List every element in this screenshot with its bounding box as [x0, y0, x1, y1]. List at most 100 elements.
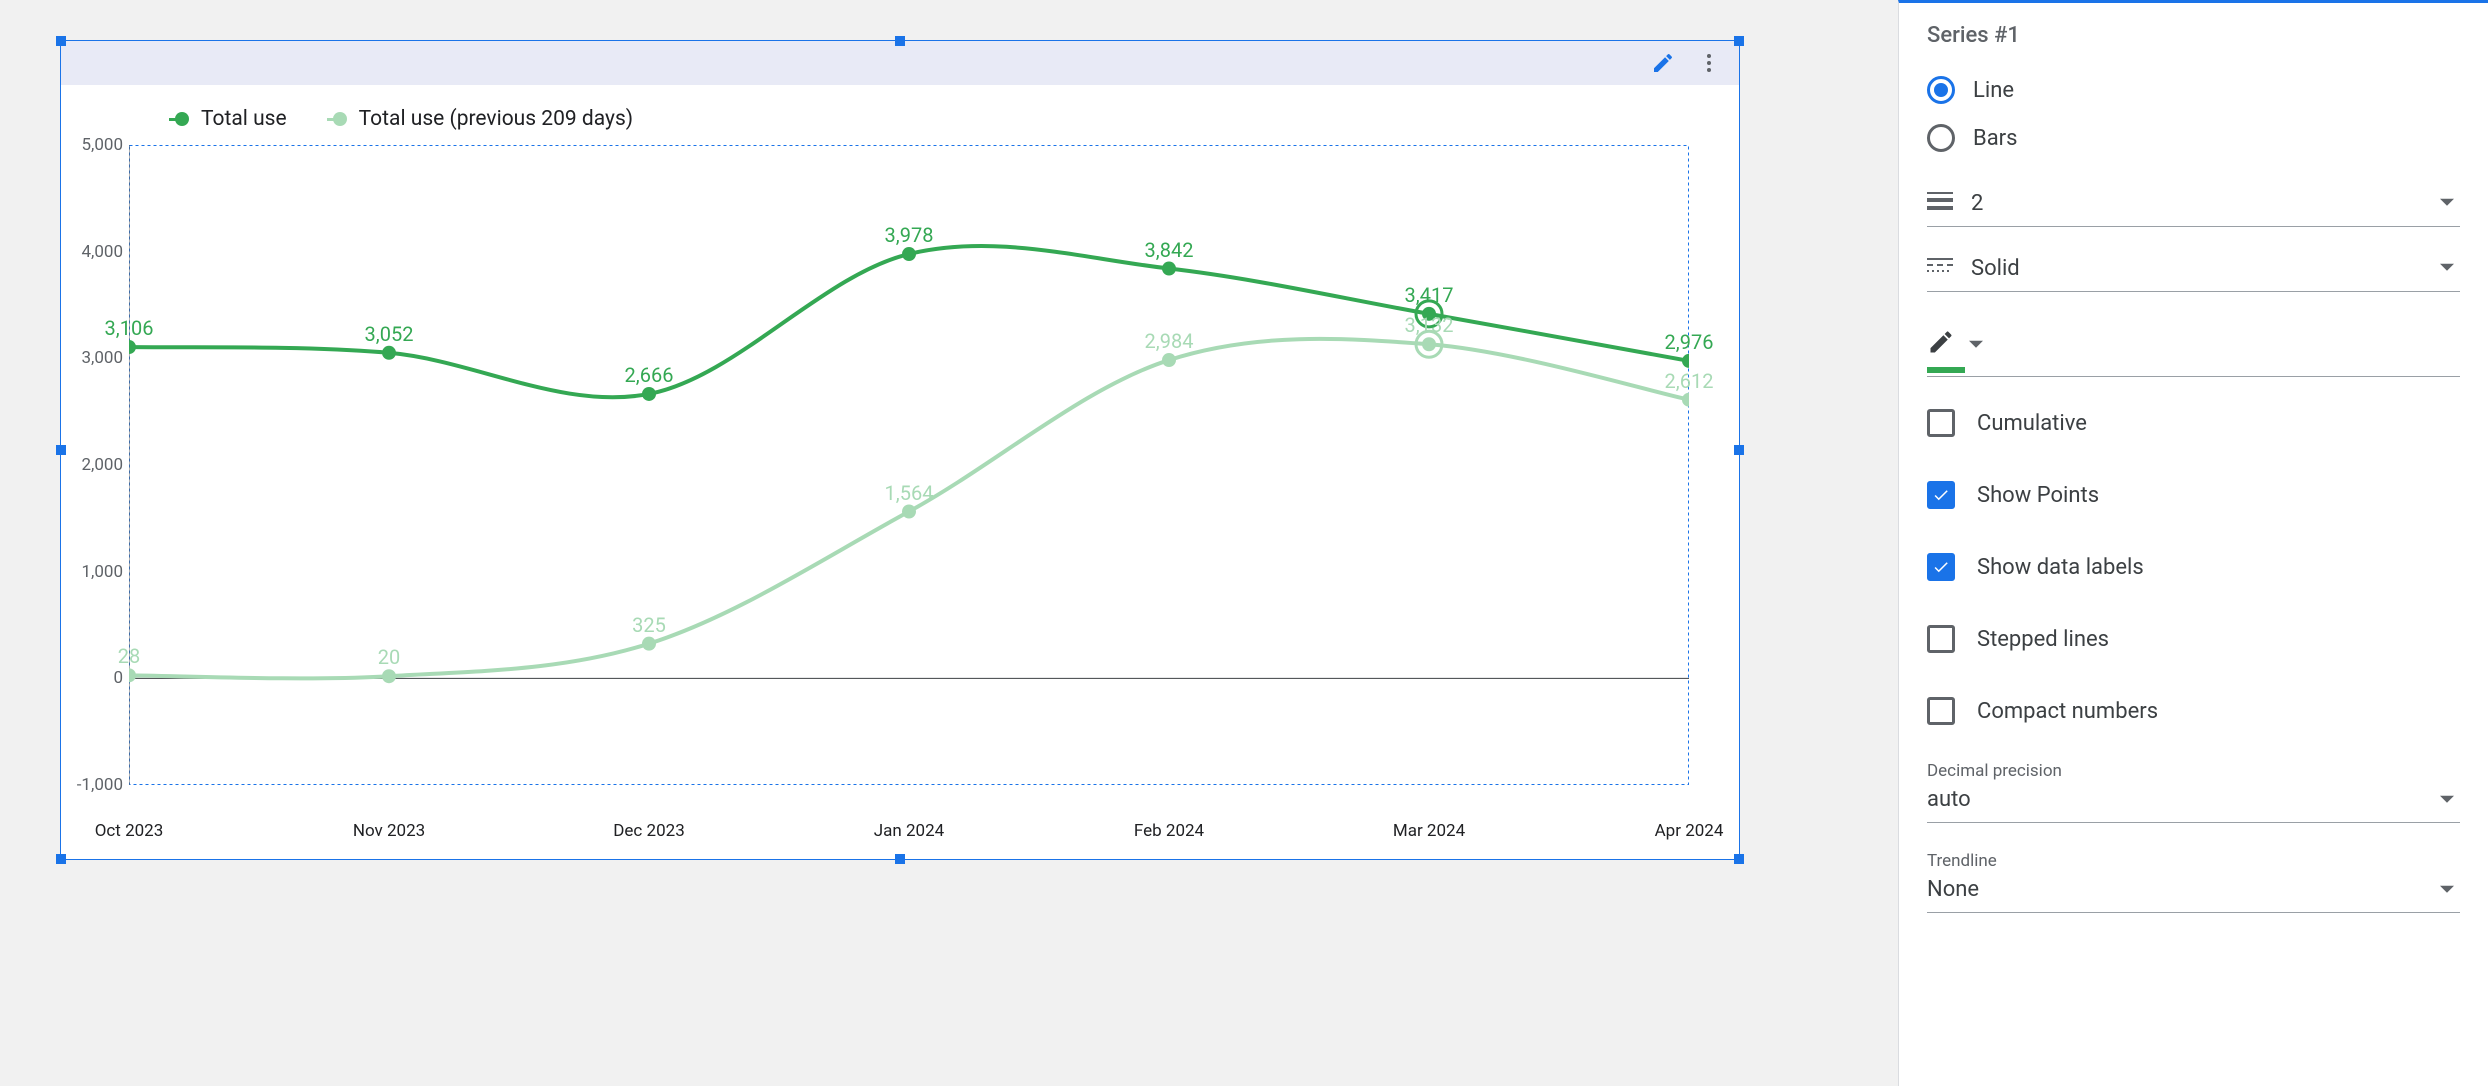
series-point[interactable]	[1162, 262, 1176, 276]
chart-type-line-radio[interactable]: Line	[1927, 66, 2460, 114]
series-point[interactable]	[642, 637, 656, 651]
selection-handle[interactable]	[1734, 854, 1744, 864]
plot-area: -1,00001,0002,0003,0004,0005,000 Oct 202…	[129, 145, 1689, 785]
series-point[interactable]	[1422, 337, 1436, 351]
checkbox-label: Stepped lines	[1977, 627, 2109, 652]
color-swatch-underline	[1927, 367, 1965, 373]
checkbox-icon	[1927, 697, 1955, 725]
data-label: 3,106	[105, 316, 154, 340]
selection-handle[interactable]	[895, 36, 905, 46]
series-point[interactable]	[129, 668, 136, 682]
series-point[interactable]	[1682, 393, 1689, 407]
caret-down-icon	[2440, 196, 2454, 210]
series-line	[129, 246, 1689, 397]
line-style-value: Solid	[1971, 256, 2422, 281]
selection-handle[interactable]	[895, 854, 905, 864]
more-vert-icon[interactable]	[1697, 51, 1721, 75]
checkbox-icon	[1927, 625, 1955, 653]
series-point[interactable]	[902, 247, 916, 261]
y-tick-label: 5,000	[81, 135, 123, 155]
data-label: 3,132	[1405, 313, 1454, 337]
compact-numbers-checkbox[interactable]: Compact numbers	[1927, 675, 2460, 747]
decimal-precision-value: auto	[1927, 787, 2440, 812]
y-tick-label: 0	[113, 668, 123, 688]
decimal-precision-label: Decimal precision	[1927, 761, 2460, 781]
stepped-lines-checkbox[interactable]: Stepped lines	[1927, 603, 2460, 675]
series-point[interactable]	[382, 346, 396, 360]
data-label: 2,984	[1145, 329, 1194, 353]
y-axis-labels: -1,00001,0002,0003,0004,0005,000	[67, 145, 123, 785]
show-data-labels-checkbox[interactable]: Show data labels	[1927, 531, 2460, 603]
line-weight-dropdown[interactable]: 2	[1927, 180, 2460, 227]
show-points-checkbox[interactable]: Show Points	[1927, 459, 2460, 531]
x-tick-label: Mar 2024	[1393, 821, 1465, 841]
legend-item[interactable]: Total use	[169, 107, 287, 131]
checkbox-label: Compact numbers	[1977, 699, 2158, 724]
y-tick-label: -1,000	[77, 775, 123, 795]
caret-down-icon	[2440, 883, 2454, 897]
trendline-dropdown[interactable]: None	[1927, 871, 2460, 913]
data-label: 3,417	[1405, 283, 1454, 307]
x-tick-label: Dec 2023	[613, 821, 685, 841]
line-style-icon	[1927, 255, 1953, 281]
checkbox-label: Show Points	[1977, 483, 2099, 508]
x-tick-label: Feb 2024	[1134, 821, 1204, 841]
data-label: 3,978	[885, 223, 934, 247]
line-weight-icon	[1927, 190, 1953, 216]
line-style-dropdown[interactable]: Solid	[1927, 245, 2460, 292]
x-tick-label: Nov 2023	[353, 821, 425, 841]
legend-item[interactable]: Total use (previous 209 days)	[327, 107, 633, 131]
selection-handle[interactable]	[1734, 36, 1744, 46]
style-sidebar: Series #1 Line Bars 2 Solid Cumulative	[1898, 0, 2488, 1086]
y-tick-label: 2,000	[81, 455, 123, 475]
trendline-label: Trendline	[1927, 851, 2460, 871]
series-point[interactable]	[129, 340, 136, 354]
series-point[interactable]	[1682, 354, 1689, 368]
series-point[interactable]	[902, 505, 916, 519]
series-title: Series #1	[1927, 23, 2460, 48]
data-label: 3,842	[1145, 237, 1194, 261]
data-label: 3,052	[365, 322, 414, 346]
cumulative-checkbox[interactable]: Cumulative	[1927, 387, 2460, 459]
data-label: 325	[632, 612, 666, 636]
legend-swatch	[333, 112, 347, 126]
series-color-picker[interactable]	[1927, 314, 2460, 377]
data-label: 28	[118, 644, 140, 668]
data-label: 2,666	[625, 363, 674, 387]
series-point[interactable]	[1162, 353, 1176, 367]
chart-legend: Total use Total use (previous 209 days)	[129, 103, 1711, 145]
chart-body: Total use Total use (previous 209 days) …	[61, 85, 1739, 825]
pencil-icon	[1927, 328, 1955, 362]
legend-label: Total use	[201, 107, 287, 131]
y-tick-label: 4,000	[81, 242, 123, 262]
series-point[interactable]	[642, 387, 656, 401]
legend-swatch	[175, 112, 189, 126]
series-point[interactable]	[382, 669, 396, 683]
data-label: 2,976	[1665, 330, 1714, 354]
legend-label: Total use (previous 209 days)	[359, 107, 633, 131]
y-tick-label: 3,000	[81, 348, 123, 368]
chart-header	[61, 41, 1739, 85]
x-tick-label: Oct 2023	[95, 821, 164, 841]
radio-icon	[1927, 124, 1955, 152]
chart-container[interactable]: Total use Total use (previous 209 days) …	[60, 40, 1740, 860]
caret-down-icon	[1969, 338, 1983, 352]
checkbox-icon	[1927, 409, 1955, 437]
caret-down-icon	[2440, 793, 2454, 807]
data-label: 2,612	[1665, 369, 1714, 393]
selection-handle[interactable]	[56, 854, 66, 864]
data-label: 1,564	[885, 480, 934, 504]
checkbox-label: Cumulative	[1977, 411, 2087, 436]
decimal-precision-dropdown[interactable]: auto	[1927, 781, 2460, 823]
canvas-area: Total use Total use (previous 209 days) …	[0, 0, 1898, 1086]
y-tick-label: 1,000	[81, 562, 123, 582]
data-label: 20	[378, 645, 400, 669]
checkbox-label: Show data labels	[1977, 555, 2144, 580]
checkbox-icon	[1927, 481, 1955, 509]
radio-label: Line	[1973, 78, 2014, 103]
chart-type-bars-radio[interactable]: Bars	[1927, 114, 2460, 162]
radio-icon	[1927, 76, 1955, 104]
caret-down-icon	[2440, 261, 2454, 275]
edit-icon[interactable]	[1651, 51, 1675, 75]
selection-handle[interactable]	[56, 36, 66, 46]
